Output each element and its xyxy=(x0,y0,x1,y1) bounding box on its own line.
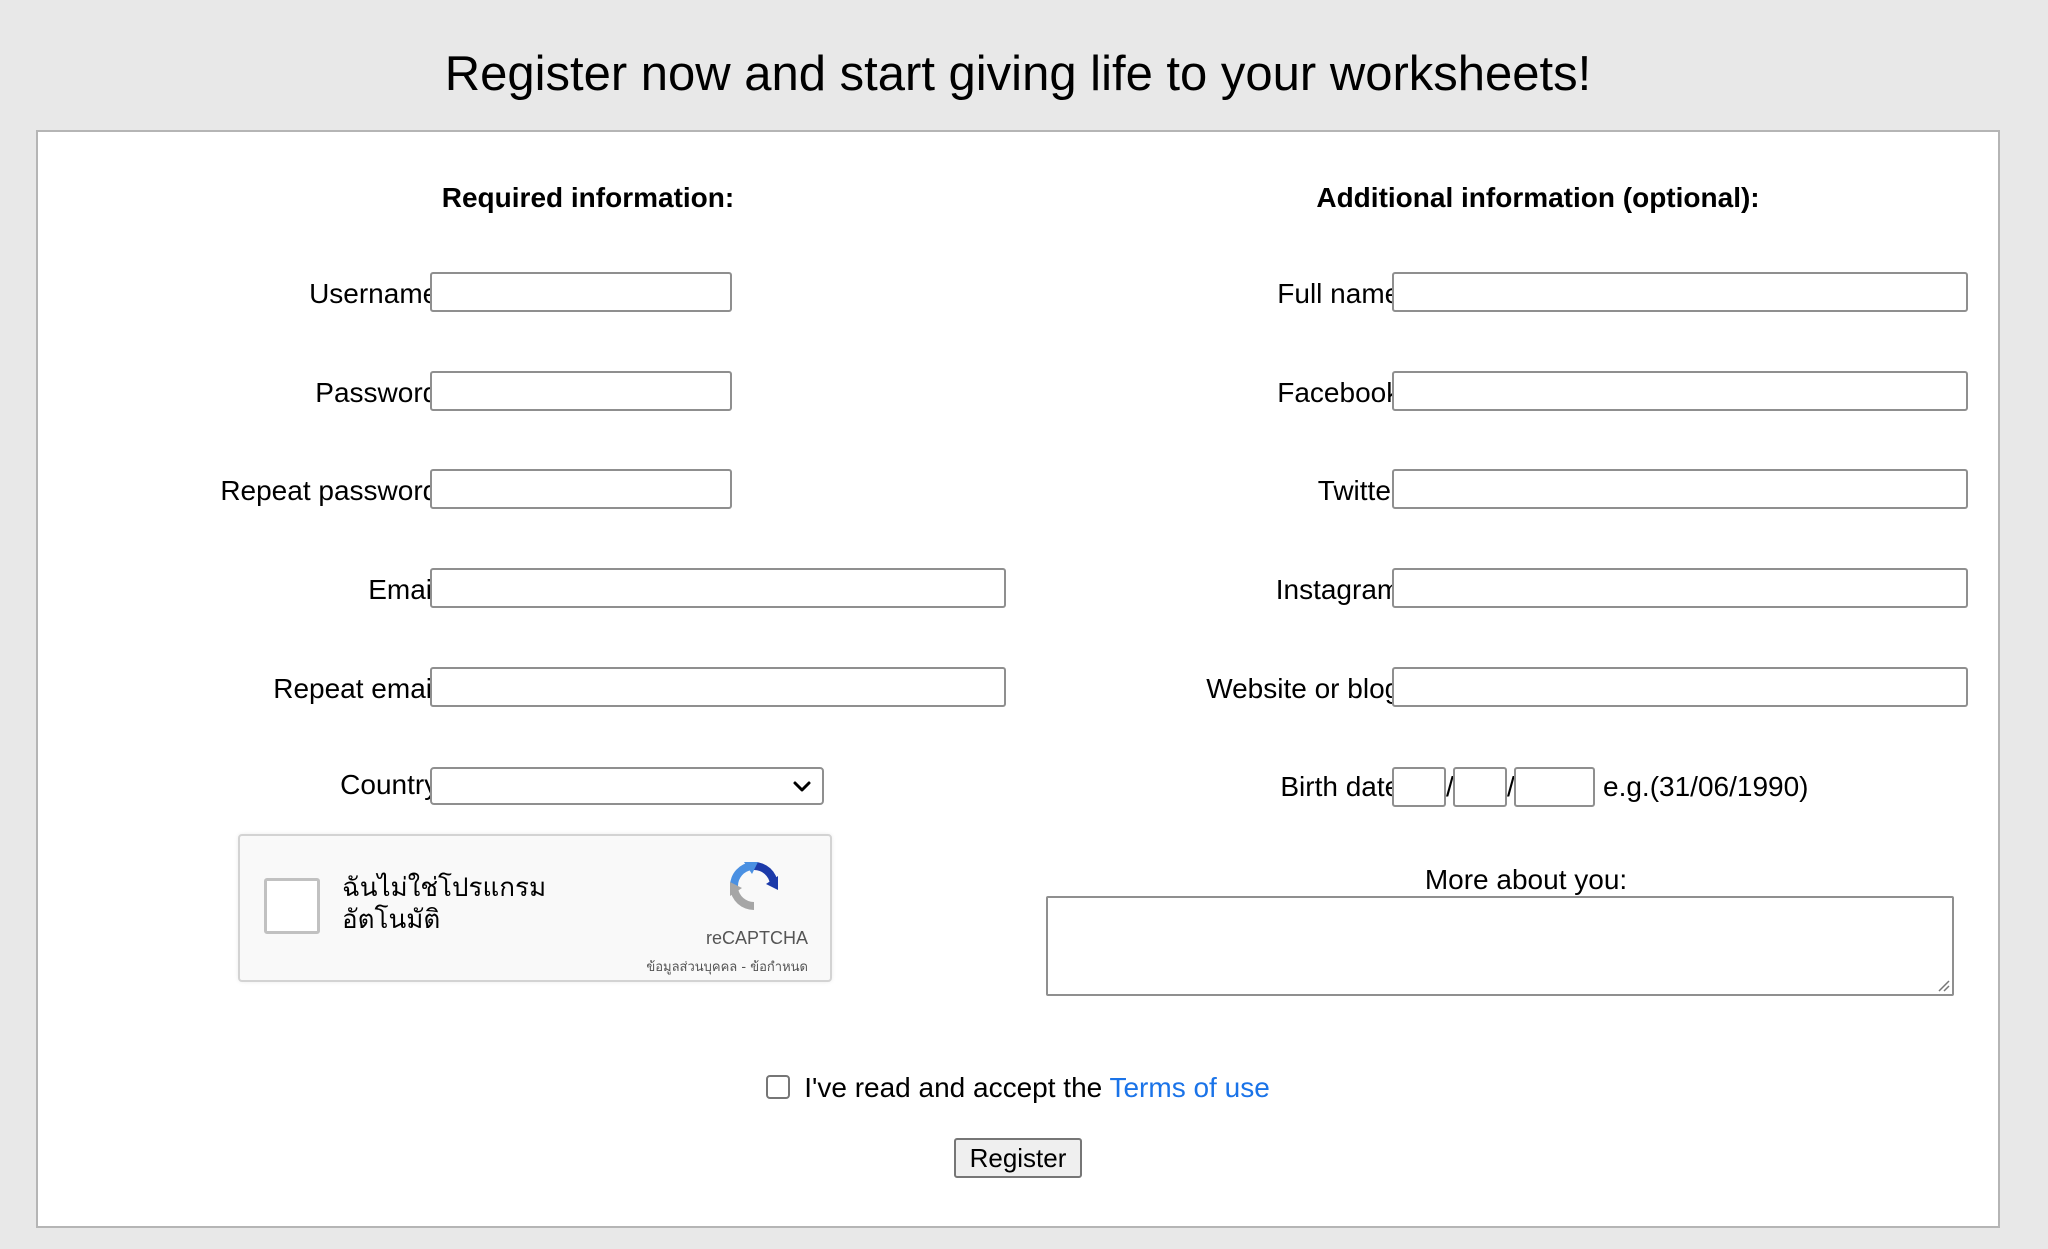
birth-date-label: Birth date: xyxy=(1280,771,1408,802)
recaptcha-privacy-terms-links[interactable]: ข้อมูลส่วนบุคคล - ข้อกำหนด xyxy=(646,956,808,977)
birth-day-input[interactable] xyxy=(1392,767,1446,807)
username-label: Username: xyxy=(309,278,446,309)
instagram-input[interactable] xyxy=(1392,568,1968,608)
chevron-down-icon xyxy=(793,781,811,792)
page-title: Register now and start giving life to yo… xyxy=(444,47,1592,101)
recaptcha-brand: reCAPTCHA xyxy=(705,928,808,948)
recaptcha-widget: ฉันไม่ใช่โปรแกรม อัตโนมัติ reCAPTCHA ข้อ… xyxy=(238,834,832,982)
birth-month-input[interactable] xyxy=(1453,767,1507,807)
facebook-label: Facebook: xyxy=(1277,377,1408,408)
repeat-password-input[interactable] xyxy=(430,469,732,509)
terms-of-use-link[interactable]: Terms of use xyxy=(1109,1072,1269,1103)
full-name-input[interactable] xyxy=(1392,272,1968,312)
country-label: Country: xyxy=(340,769,446,800)
recaptcha-checkbox[interactable] xyxy=(264,878,320,934)
country-select[interactable] xyxy=(430,767,824,805)
website-label: Website or blog: xyxy=(1206,673,1408,704)
registration-form-panel: Required information: Username: Password… xyxy=(36,130,2000,1228)
website-input[interactable] xyxy=(1392,667,1968,707)
password-input[interactable] xyxy=(430,371,732,411)
terms-row: I've read and accept the Terms of use xyxy=(0,1070,2036,1106)
username-input[interactable] xyxy=(430,272,732,312)
password-label: Password: xyxy=(315,377,446,408)
terms-checkbox[interactable] xyxy=(766,1075,791,1099)
full-name-label: Full name: xyxy=(1277,278,1408,309)
twitter-input[interactable] xyxy=(1392,469,1968,509)
birth-year-input[interactable] xyxy=(1514,767,1595,807)
instagram-label: Instagram: xyxy=(1275,574,1408,605)
additional-info-heading: Additional information (optional): xyxy=(1316,182,1760,213)
recaptcha-logo-icon xyxy=(729,861,778,911)
repeat-email-label: Repeat email: xyxy=(273,673,446,704)
birth-date-hint: e.g.(31/06/1990) xyxy=(1603,771,1809,802)
email-label: Email: xyxy=(368,574,446,605)
required-info-heading: Required information: xyxy=(441,182,735,213)
recaptcha-label-line1: ฉันไม่ใช่โปรแกรม xyxy=(342,873,547,903)
resize-grip-icon[interactable] xyxy=(1936,978,1950,992)
recaptcha-label-line2: อัตโนมัติ xyxy=(342,905,441,935)
page-bottom-strip xyxy=(0,1236,2048,1249)
facebook-input[interactable] xyxy=(1392,371,1968,411)
terms-text: I've read and accept the xyxy=(804,1072,1110,1103)
email-input[interactable] xyxy=(430,568,1006,608)
repeat-password-label: Repeat password: xyxy=(220,475,446,506)
more-about-label: More about you: xyxy=(1424,864,1628,895)
recaptcha-label: ฉันไม่ใช่โปรแกรม อัตโนมัติ xyxy=(342,872,602,936)
register-button[interactable]: Register xyxy=(954,1138,1082,1178)
more-about-textarea[interactable] xyxy=(1046,896,1954,996)
twitter-label: Twitter: xyxy=(1317,475,1408,506)
repeat-email-input[interactable] xyxy=(430,667,1006,707)
